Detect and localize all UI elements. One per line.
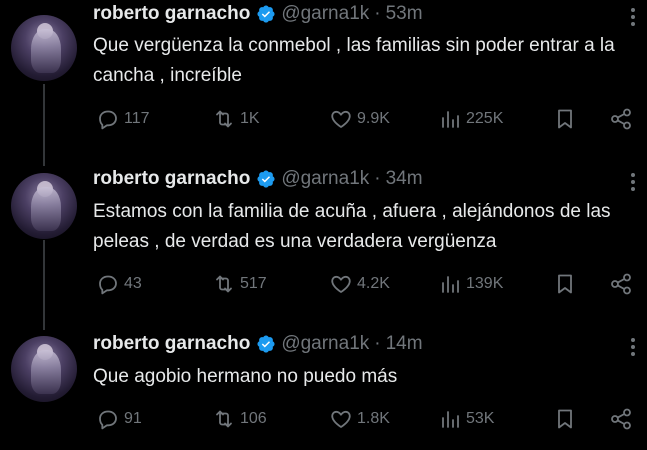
more-dots-icon[interactable] — [627, 336, 639, 358]
bookmark-icon — [558, 274, 572, 294]
views-count: 225K — [466, 110, 504, 127]
views-icon — [442, 111, 459, 128]
retweet-count: 1K — [240, 110, 260, 127]
action-bar: 117 1K 9.9K 225K — [0, 104, 647, 134]
bookmark-icon — [558, 409, 572, 429]
reply-button[interactable]: 91 — [96, 404, 142, 434]
timestamp[interactable]: 53m — [386, 3, 423, 25]
timestamp[interactable]: 14m — [386, 333, 423, 355]
separator: · — [374, 3, 381, 24]
reply-count: 43 — [124, 275, 142, 292]
separator: · — [374, 168, 381, 189]
tweet[interactable]: roberto garnacho @garna1k · 34m Estamos … — [0, 165, 647, 315]
display-name[interactable]: roberto garnacho — [93, 3, 250, 25]
action-bar: 43 517 4.2K 139K — [0, 269, 647, 299]
retweet-icon — [216, 110, 232, 128]
views-button[interactable]: 225K — [438, 104, 503, 134]
tweet[interactable]: roberto garnacho @garna1k · 53m Que verg… — [0, 0, 647, 150]
handle[interactable]: @garna1k — [281, 3, 369, 25]
share-button[interactable] — [609, 404, 633, 434]
views-count: 139K — [466, 275, 504, 292]
verified-badge-icon — [257, 170, 275, 188]
bookmark-button[interactable] — [553, 269, 577, 299]
reply-icon — [99, 110, 117, 130]
reply-count: 91 — [124, 410, 142, 427]
retweet-button[interactable]: 517 — [212, 269, 267, 299]
more-dots-icon[interactable] — [627, 171, 639, 193]
reply-button[interactable]: 43 — [96, 269, 142, 299]
share-button[interactable] — [609, 104, 633, 134]
share-icon — [611, 108, 631, 130]
bookmark-button[interactable] — [553, 104, 577, 134]
like-count: 1.8K — [357, 410, 390, 427]
tweet-text: Estamos con la familia de acuña , afuera… — [93, 201, 611, 252]
bookmark-button[interactable] — [553, 404, 577, 434]
reply-button[interactable]: 117 — [96, 104, 150, 134]
share-button[interactable] — [609, 269, 633, 299]
display-name[interactable]: roberto garnacho — [93, 333, 250, 355]
separator: · — [374, 333, 381, 354]
like-count: 9.9K — [357, 110, 390, 127]
display-name[interactable]: roberto garnacho — [93, 168, 250, 190]
heart-icon — [331, 275, 351, 293]
views-icon — [442, 411, 459, 428]
tweet-text: Que vergüenza la conmebol , las familias… — [93, 35, 615, 86]
avatar[interactable] — [11, 336, 77, 402]
action-bar: 91 106 1.8K 53K — [0, 404, 647, 434]
like-count: 4.2K — [357, 275, 390, 292]
tweet-header: roberto garnacho @garna1k · 34m — [93, 165, 423, 193]
views-count: 53K — [466, 410, 495, 427]
views-button[interactable]: 53K — [438, 404, 494, 434]
retweet-count: 106 — [240, 410, 267, 427]
handle[interactable]: @garna1k — [281, 168, 369, 190]
reply-icon — [99, 275, 117, 295]
handle[interactable]: @garna1k — [281, 333, 369, 355]
tweet-text: Que agobio hermano no puedo más — [93, 366, 398, 387]
reply-count: 117 — [124, 110, 150, 127]
tweet[interactable]: roberto garnacho @garna1k · 14m Que agob… — [0, 330, 647, 450]
views-button[interactable]: 139K — [438, 269, 503, 299]
like-button[interactable]: 4.2K — [329, 269, 390, 299]
views-icon — [442, 276, 459, 293]
reply-icon — [99, 410, 117, 430]
verified-badge-icon — [257, 335, 275, 353]
avatar[interactable] — [11, 15, 77, 81]
avatar[interactable] — [11, 173, 77, 239]
more-dots-icon[interactable] — [627, 6, 639, 28]
like-button[interactable]: 1.8K — [329, 404, 390, 434]
tweet-header: roberto garnacho @garna1k · 53m — [93, 0, 423, 28]
retweet-button[interactable]: 106 — [212, 404, 267, 434]
retweet-button[interactable]: 1K — [212, 104, 260, 134]
like-button[interactable]: 9.9K — [329, 104, 390, 134]
tweet-header: roberto garnacho @garna1k · 14m — [93, 330, 423, 358]
share-icon — [611, 408, 631, 430]
share-icon — [611, 273, 631, 295]
heart-icon — [331, 410, 351, 428]
retweet-icon — [216, 410, 232, 428]
heart-icon — [331, 110, 351, 128]
retweet-count: 517 — [240, 275, 267, 292]
timestamp[interactable]: 34m — [386, 168, 423, 190]
verified-badge-icon — [257, 5, 275, 23]
retweet-icon — [216, 275, 232, 293]
bookmark-icon — [558, 109, 572, 129]
